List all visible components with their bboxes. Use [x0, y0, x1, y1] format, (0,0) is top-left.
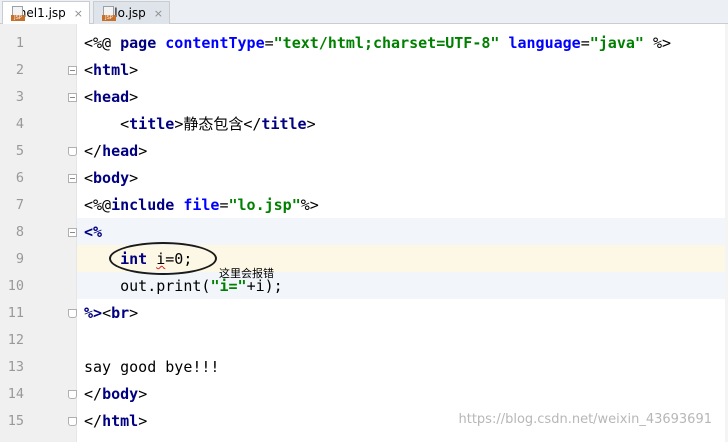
fold-marker-icon[interactable] [68, 228, 77, 237]
line-number: 2 [15, 62, 24, 78]
annotation-text: 这里会报错 [219, 267, 274, 280]
line-number: 10 [7, 278, 24, 294]
tab-hel1-jsp[interactable]: JSP hel1.jsp × [2, 1, 90, 25]
close-icon[interactable]: × [154, 7, 163, 20]
code-line-11: %><br> [84, 304, 139, 322]
line-number: 3 [15, 89, 24, 105]
code-line-13: say good bye!!! [84, 358, 220, 376]
code-line-14: </body> [84, 385, 148, 403]
code-line-3: <head> [84, 88, 139, 106]
code-line-7: <%@include file="lo.jsp"%> [84, 196, 319, 214]
fold-end-icon[interactable] [68, 147, 77, 156]
editor-tab-bar: JSP hel1.jsp × JSP lo.jsp × [0, 0, 728, 25]
tab-label: lo.jsp [114, 6, 146, 20]
tab-lo-jsp[interactable]: JSP lo.jsp × [93, 1, 170, 24]
line-number: 8 [15, 224, 24, 240]
tab-label: hel1.jsp [18, 6, 66, 20]
close-icon[interactable]: × [74, 7, 83, 20]
fold-end-icon[interactable] [68, 309, 77, 318]
code-line-8: <% [84, 223, 103, 241]
fold-marker-icon[interactable] [68, 66, 77, 75]
line-number: 1 [15, 35, 24, 51]
line-number: 15 [7, 413, 24, 429]
line-number: 7 [15, 197, 24, 213]
fold-end-icon[interactable] [68, 390, 77, 399]
line-number: 5 [15, 143, 24, 159]
code-line-2: <html> [84, 61, 139, 79]
line-number: 14 [7, 386, 24, 402]
fold-end-icon[interactable] [68, 417, 77, 426]
line-number: 11 [7, 305, 24, 321]
code-line-4: <title>静态包含</title> [120, 115, 316, 133]
jsp-file-icon: JSP [102, 5, 116, 21]
line-number: 12 [7, 332, 24, 348]
fold-marker-icon[interactable] [68, 93, 77, 102]
line-number: 6 [15, 170, 24, 186]
line-number: 4 [15, 116, 24, 132]
line-number: 9 [15, 251, 24, 267]
jsp-file-icon: JSP [11, 5, 25, 21]
code-line-6: <body> [84, 169, 139, 187]
code-line-5: </head> [84, 142, 148, 160]
code-line-1: <%@ page contentType="text/html;charset=… [84, 34, 672, 52]
line-number: 13 [7, 359, 24, 375]
fold-marker-icon[interactable] [68, 174, 77, 183]
code-line-15: </html> [84, 412, 148, 430]
annotation-ellipse [109, 242, 217, 275]
watermark: https://blog.csdn.net/weixin_43693691 [458, 412, 712, 427]
